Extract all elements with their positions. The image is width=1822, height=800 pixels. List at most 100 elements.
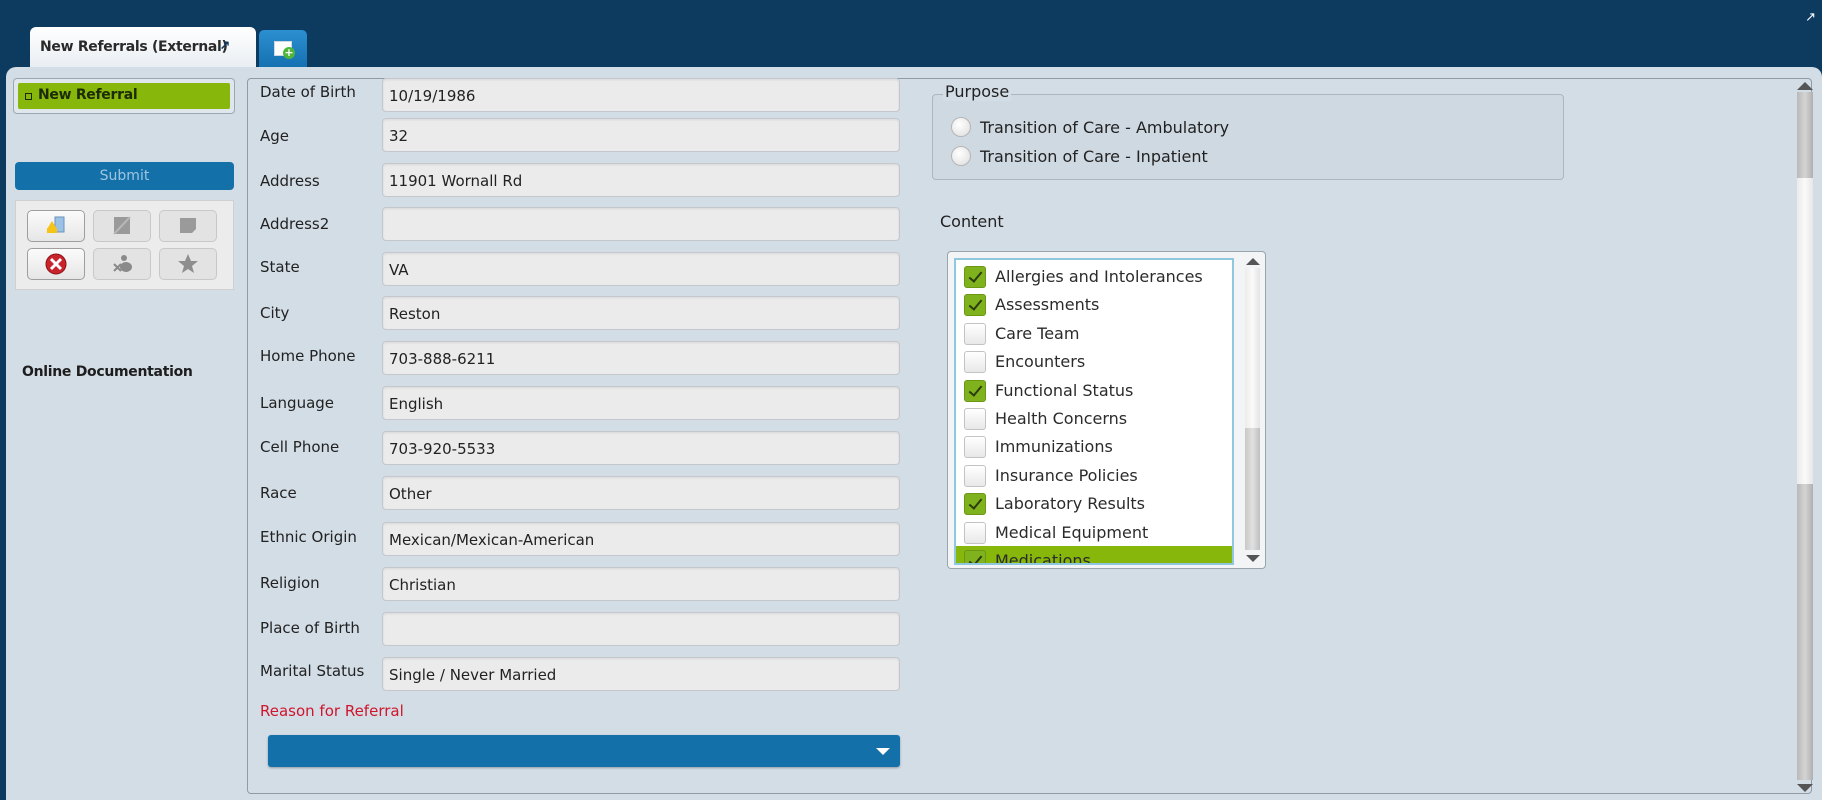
field-religion[interactable]: Christian [382,567,900,601]
add-tab-button[interactable]: + [259,30,307,68]
add-document-button[interactable] [27,210,85,242]
content-list: Allergies and Intolerances Assessments Car… [954,258,1234,565]
chevron-down-icon [876,748,890,755]
checkbox[interactable] [964,408,986,430]
field-ethnic-origin[interactable]: Mexican/Mexican-American [382,522,900,556]
scroll-thumb[interactable] [1245,268,1260,428]
content-list-item[interactable]: Health Concerns [956,404,1232,432]
content-list-scrollbar[interactable] [1244,256,1261,564]
edit-button[interactable] [93,210,151,242]
unassign-icon [113,255,132,272]
checkbox[interactable] [964,550,986,563]
label-address2: Address2 [260,215,330,233]
content-list-item[interactable]: Medical Equipment [956,518,1232,546]
field-date-of-birth[interactable]: 10/19/1986 [382,78,900,112]
scroll-up-icon[interactable] [1797,82,1813,90]
checkbox[interactable] [964,464,986,487]
main-scrollbar[interactable] [1796,80,1813,792]
content-list-item[interactable]: Medications [956,546,1232,565]
field-place-of-birth[interactable] [382,612,900,646]
label-home-phone: Home Phone [260,347,356,365]
label-address: Address [260,172,320,190]
content-list-item[interactable]: Immunizations [956,432,1232,460]
note-icon [180,218,196,233]
field-age[interactable]: 32 [382,118,900,152]
nav-item-label: New Referral [38,87,138,103]
scroll-up-icon[interactable] [1246,258,1260,265]
purpose-group [932,94,1564,180]
content-item-label: Medical Equipment [995,522,1149,542]
reason-for-referral-select[interactable] [268,735,900,767]
label-cell-phone: Cell Phone [260,438,340,456]
label-ethnic-origin: Ethnic Origin [260,528,357,546]
favorite-button[interactable] [159,248,217,280]
content-item-label: Care Team [995,323,1080,343]
action-toolbar [15,200,234,290]
add-document-icon [47,216,65,233]
label-religion: Religion [260,574,320,592]
radio-transition-inpatient[interactable] [951,146,971,166]
radio-label-ambulatory[interactable]: Transition of Care - Ambulatory [980,118,1229,137]
checkbox[interactable] [964,351,986,374]
submit-button[interactable]: Submit [15,162,234,190]
star-icon [178,254,198,273]
expand-icon[interactable]: ↗ [1805,10,1816,25]
content-list-item[interactable]: Functional Status [956,376,1232,404]
tab-label: New Referrals (External) [40,39,228,55]
field-state[interactable]: VA [382,252,900,286]
label-age: Age [260,127,290,145]
field-language[interactable]: English [382,386,900,420]
scroll-down-icon[interactable] [1246,555,1260,562]
field-marital-status[interactable]: Single / Never Married [382,657,900,691]
content-list-item[interactable]: Insurance Policies [956,461,1232,489]
content-item-label: Health Concerns [995,409,1128,428]
field-cell-phone[interactable]: 703-920-5533 [382,431,900,465]
checkbox[interactable] [964,294,986,317]
nav-list: New Referral [13,78,235,114]
online-documentation-link[interactable]: Online Documentation [22,364,193,380]
pin-icon[interactable]: ↗ [219,39,230,54]
scroll-down-icon[interactable] [1797,784,1813,792]
checkbox[interactable] [964,322,986,345]
label-date-of-birth: Date of Birth [260,83,356,101]
nav-item-new-referral[interactable]: New Referral [18,83,230,109]
content-item-label: Laboratory Results [995,494,1146,514]
checkbox[interactable] [964,436,986,459]
content-item-label: Functional Status [995,380,1134,400]
checkbox[interactable] [964,266,986,288]
field-address2[interactable] [382,207,900,241]
purpose-legend: Purpose [943,82,1012,101]
checkbox[interactable] [964,493,986,516]
scroll-thumb[interactable] [1797,178,1813,484]
content-item-label: Insurance Policies [995,465,1138,485]
content-item-label: Allergies and Intolerances [995,267,1203,286]
label-city: City [260,304,290,322]
note-button[interactable] [159,210,217,242]
content-item-label: Assessments [995,295,1100,315]
field-city[interactable]: Reston [382,296,900,330]
content-list-item[interactable]: Laboratory Results [956,489,1232,517]
delete-icon [45,253,67,275]
field-address[interactable]: 11901 Wornall Rd [382,163,900,197]
radio-transition-ambulatory[interactable] [951,117,971,137]
label-marital-status: Marital Status [260,662,365,680]
label-reason-for-referral: Reason for Referral [260,702,404,720]
content-list-item[interactable]: Assessments [956,290,1232,318]
delete-button[interactable] [27,248,85,280]
content-list-item[interactable]: Encounters [956,347,1232,375]
radio-label-inpatient[interactable]: Transition of Care - Inpatient [980,147,1208,166]
label-state: State [260,258,300,276]
label-race: Race [260,484,297,502]
content-list-item[interactable]: Allergies and Intolerances [956,262,1232,290]
label-place-of-birth: Place of Birth [260,619,360,637]
checkbox[interactable] [964,379,986,402]
field-race[interactable]: Other [382,476,900,510]
field-home-phone[interactable]: 703-888-6211 [382,341,900,375]
bullet-icon [25,93,32,100]
content-item-label: Medications [995,551,1091,565]
content-list-item[interactable]: Care Team [956,319,1232,347]
unassign-button[interactable] [93,248,151,280]
tab-new-referrals-external[interactable]: New Referrals (External) ↗ [30,27,256,69]
checkbox[interactable] [964,521,986,544]
content-label: Content [940,212,1004,231]
